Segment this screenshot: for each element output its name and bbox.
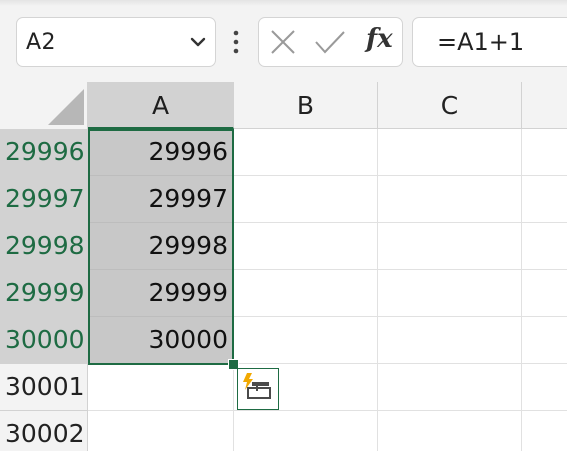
select-all-triangle (48, 89, 84, 125)
chevron-down-icon[interactable] (189, 35, 207, 49)
close-icon[interactable] (270, 29, 296, 55)
column-header-b[interactable]: B (234, 82, 378, 129)
cell-b[interactable] (234, 317, 378, 364)
flash-fill-options-icon (243, 373, 271, 399)
insert-function-button[interactable]: fx (366, 24, 393, 54)
formula-text: =A1+1 (437, 28, 525, 56)
cell-c[interactable] (378, 270, 522, 317)
row-header[interactable]: 29999 (0, 270, 88, 317)
cell-d[interactable] (522, 129, 567, 176)
name-box[interactable]: A2 (16, 17, 216, 67)
row-header[interactable]: 30002 (0, 411, 88, 451)
row-header[interactable]: 30000 (0, 317, 88, 364)
cell-d[interactable] (522, 317, 567, 364)
cell-d[interactable] (522, 270, 567, 317)
cell-a[interactable]: 29996 (88, 129, 234, 176)
vertical-dots-icon[interactable] (232, 30, 240, 54)
cell-b[interactable] (234, 129, 378, 176)
flash-fill-options-button[interactable] (237, 368, 279, 410)
formula-buttons: fx (258, 17, 403, 67)
cell-d[interactable] (522, 223, 567, 270)
cell-d[interactable] (522, 176, 567, 223)
row-header[interactable]: 29998 (0, 223, 88, 270)
cell-b[interactable] (234, 223, 378, 270)
select-all-button[interactable] (0, 82, 88, 129)
row-header[interactable]: 30001 (0, 364, 88, 411)
cell-a[interactable]: 29997 (88, 176, 234, 223)
row-header[interactable]: 29996 (0, 129, 88, 176)
cell-c[interactable] (378, 223, 522, 270)
cell-a[interactable]: 29999 (88, 270, 234, 317)
cell-a[interactable]: 30000 (88, 317, 234, 364)
cell-c[interactable] (378, 176, 522, 223)
formula-input[interactable]: =A1+1 (412, 17, 567, 67)
cell-c[interactable] (378, 364, 522, 411)
cell-a[interactable]: 29998 (88, 223, 234, 270)
column-header-c[interactable]: C (378, 82, 522, 129)
formula-bar-area: A2 fx =A1+1 (0, 0, 567, 82)
cell-d[interactable] (522, 411, 567, 451)
cell-a[interactable] (88, 364, 234, 411)
cell-d[interactable] (522, 364, 567, 411)
cell-c[interactable] (378, 411, 522, 451)
cell-b[interactable] (234, 411, 378, 451)
row-header[interactable]: 29997 (0, 176, 88, 223)
cell-c[interactable] (378, 129, 522, 176)
cell-b[interactable] (234, 270, 378, 317)
column-header-a[interactable]: A (88, 82, 234, 129)
name-box-value: A2 (26, 30, 57, 55)
ribbon-shadow (0, 0, 567, 6)
checkmark-icon[interactable] (314, 29, 346, 55)
cell-c[interactable] (378, 317, 522, 364)
spreadsheet-window: A2 fx =A1+1 A B C 29996 29996 29997 2999… (0, 0, 567, 451)
worksheet-grid: A B C 29996 29996 29997 29997 29998 2999… (0, 82, 567, 451)
cell-a[interactable] (88, 411, 234, 451)
cell-b[interactable] (234, 176, 378, 223)
column-header-d[interactable] (522, 82, 567, 129)
